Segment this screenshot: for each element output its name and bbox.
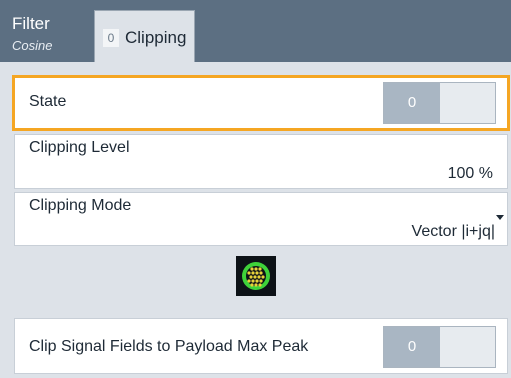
tab-clipping-state-indicator: 0 [103, 29, 119, 47]
dropdown-caret-icon[interactable] [496, 215, 504, 220]
clipping-level-label: Clipping Level [29, 139, 130, 156]
clip-signal-fields-toggle-knob: 0 [384, 327, 440, 367]
tab-filter-label: Filter [12, 14, 50, 33]
clipping-level-value[interactable]: 100 % [448, 165, 493, 183]
tab-filter[interactable]: Filter Cosine [0, 0, 92, 62]
clip-signal-fields-toggle[interactable]: 0 [383, 326, 496, 368]
clipping-mode-value[interactable]: Vector |i+jq| [412, 223, 495, 241]
clipping-mode-row[interactable]: Clipping Mode Vector |i+jq| [14, 192, 508, 246]
state-row: State 0 [12, 75, 510, 131]
state-label: State [29, 93, 67, 110]
clipping-mode-label: Clipping Mode [29, 197, 132, 214]
tab-clipping-label: Clipping [125, 28, 187, 47]
clip-signal-fields-row: Clip Signal Fields to Payload Max Peak 0 [14, 318, 508, 374]
state-toggle-knob: 0 [384, 83, 440, 123]
state-toggle[interactable]: 0 [383, 82, 496, 124]
tab-bar: Filter Cosine 0 Clipping [0, 0, 511, 62]
clipping-level-row[interactable]: Clipping Level 100 % [14, 134, 508, 189]
clipping-diagram-icon[interactable] [236, 256, 276, 296]
clip-signal-fields-label: Clip Signal Fields to Payload Max Peak [29, 338, 309, 355]
tab-clipping[interactable]: 0 Clipping [94, 10, 195, 62]
tab-filter-sublabel: Cosine [12, 38, 53, 53]
